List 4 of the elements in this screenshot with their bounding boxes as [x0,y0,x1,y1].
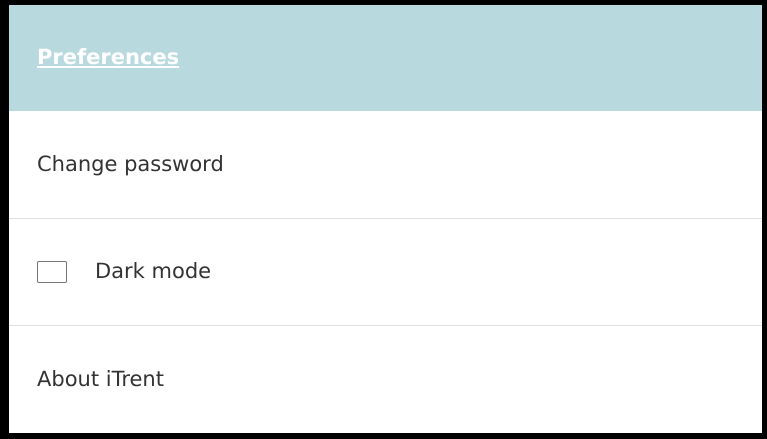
checkbox-label[interactable]: Dark mode [95,256,212,288]
menu-link[interactable]: Change password [37,148,224,180]
checkbox[interactable] [37,261,67,283]
menu-link[interactable]: About iTrent [37,364,164,396]
